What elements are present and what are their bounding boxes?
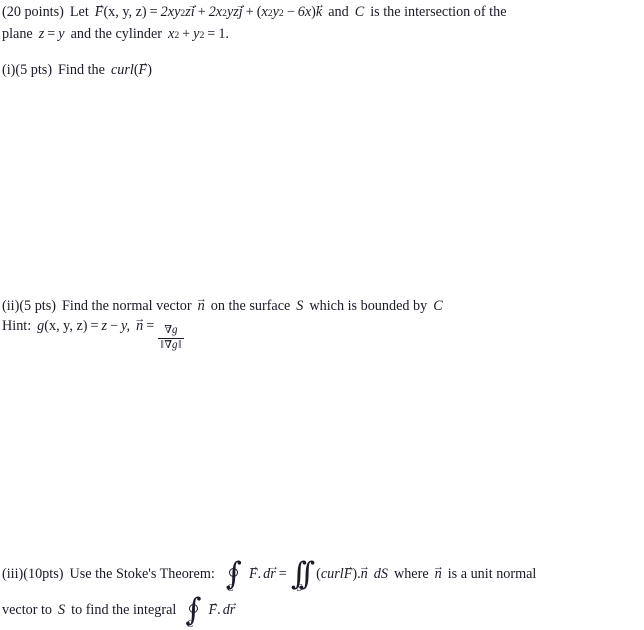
where-text: where	[393, 566, 429, 582]
gradient-operator-icon: → ∇	[163, 335, 173, 351]
unit-vector-k: → k	[313, 0, 325, 20]
problem-statement-line-1: (20 points) Let → F (x, y, z) = 2 xy 2 z → i + …	[2, 0, 507, 20]
vector-arrow-icon: →	[195, 293, 207, 306]
differential-S: S	[380, 566, 388, 582]
unit-vector-j: → j	[235, 0, 247, 20]
part-ii-hint-line: Hint: g (x, y, z) = z − y, → n = → ∇g ‖ → ∇g‖	[2, 313, 185, 352]
vector-arrow-icon: →	[235, 0, 247, 12]
vector-arrow-icon: →	[226, 596, 239, 610]
double-surface-integral: ∫∫ S	[290, 556, 316, 594]
problem-statement-line-2: plane z = y and the cylinder x2 + y2 = 1…	[2, 26, 229, 42]
term1-coefficient: 2	[160, 4, 168, 20]
surface-symbol: S	[296, 298, 304, 314]
integrand-field-F: → F	[247, 560, 260, 582]
curl-operator: curl	[110, 62, 134, 78]
and-text: and	[328, 4, 349, 20]
term3-y: y	[272, 4, 279, 20]
part-i-number: (i)(5 pts)	[2, 62, 53, 78]
minus-sign: −	[286, 4, 295, 20]
normal-vector-symbol: → n	[195, 293, 207, 314]
hint-y: y,	[121, 318, 131, 334]
final-field-F: → F	[207, 596, 219, 618]
hint-normal-vector: → n	[134, 313, 146, 334]
double-integral-icon: ∫∫	[290, 556, 315, 592]
hint-function-g: g	[37, 318, 45, 334]
term2-coefficient: 2	[208, 4, 216, 20]
vector-arrow-icon: →	[207, 596, 219, 610]
differential-r-vector-1: → r	[267, 560, 279, 582]
curl-field-F-iii: → F	[342, 560, 354, 582]
find-integral-text: to find the integral	[71, 602, 177, 618]
exam-question-page: (20 points) Let → F (x, y, z) = 2 xy 2 z → i + …	[0, 0, 644, 630]
vector-arrow-icon: →	[163, 335, 173, 346]
hint-minus: −	[110, 318, 119, 334]
part-ii-number: (ii)(5 pts)	[2, 298, 56, 314]
vector-arrow-icon: →	[342, 560, 354, 574]
vector-arrow-icon: →	[432, 561, 444, 574]
differential-r-vector-3: → r	[226, 596, 239, 618]
hint-equals-2: =	[146, 318, 155, 334]
vector-arrow-icon: →	[93, 0, 105, 12]
part-ii-text-c: which is bounded by	[309, 298, 428, 314]
vector-field-symbol: → F	[93, 0, 105, 20]
hint-label: Hint:	[2, 318, 32, 334]
term3-x: x	[261, 4, 268, 20]
part-ii-text-a: Find the normal vector	[61, 298, 192, 314]
contour-integral-icon: ∫	[225, 556, 242, 592]
curve-name: C	[354, 4, 365, 20]
part-iii-line-1: (iii)(10pts) Use the Stoke's Theorem: ∫ …	[2, 556, 537, 594]
term3-linear: 6x	[297, 4, 312, 20]
curl-argument-F: → F	[137, 56, 149, 78]
hint-g-arguments: (x, y, z)	[44, 318, 88, 334]
plane-label: plane	[2, 26, 33, 42]
part-i-instruction: Find the	[58, 62, 105, 78]
contour-circle-icon	[188, 603, 198, 613]
part-ii-line: (ii)(5 pts) Find the normal vector → n on…	[2, 293, 443, 314]
unit-normal-symbol: → n	[432, 561, 444, 582]
plane-equals: =	[47, 26, 56, 42]
field-arguments: (x, y, z)	[103, 4, 147, 20]
part-iii-number: (iii)(10pts)	[2, 566, 64, 582]
unit-vector-i: → i	[187, 0, 199, 20]
hint-equals-1: =	[90, 318, 99, 334]
surface-S-line2: S	[58, 602, 66, 618]
fraction-denominator: ‖ → ∇g‖	[158, 335, 184, 352]
part-ii-text-b: on the surface	[210, 298, 291, 314]
plane-y: y	[58, 26, 65, 42]
points-label: (20 points)	[2, 4, 64, 20]
curl-operator-iii: curl	[320, 566, 344, 582]
surface-normal-vector: → n	[358, 561, 370, 582]
cylinder-equals: =	[207, 26, 216, 42]
intersection-text: is the intersection of the	[370, 4, 507, 20]
vector-arrow-icon: →	[247, 560, 260, 574]
normal-vector-fraction: → ∇g ‖ → ∇g‖	[158, 320, 184, 352]
contour-integral-icon: ∫	[185, 592, 202, 628]
term1-variables: xy	[167, 4, 181, 20]
contour-integral-left: ∫ C	[225, 556, 243, 594]
differential-d-S: d	[373, 566, 381, 582]
part-ii-curve: C	[433, 298, 443, 314]
part-iii-line-2: vector to S to find the integral ∫ C → F.…	[2, 592, 239, 630]
cylinder-label: and the cylinder	[70, 26, 162, 42]
cylinder-plus: +	[182, 26, 191, 42]
contour-integral-final: ∫ C	[184, 592, 202, 630]
stokes-theorem-text: Use the Stoke's Theorem:	[69, 566, 215, 582]
part-i-line: (i)(5 pts) Find the curl(→ F)	[2, 56, 152, 78]
vector-arrow-icon: →	[134, 313, 146, 326]
cylinder-value: 1.	[218, 26, 229, 42]
vector-arrow-icon: →	[313, 0, 325, 12]
vector-arrow-icon: →	[358, 561, 370, 574]
vector-arrow-icon: →	[187, 0, 199, 12]
vector-to-text: vector to	[2, 602, 53, 618]
surface-integral-limit: S	[296, 582, 303, 594]
lead-in-text: Let	[69, 4, 89, 20]
vector-arrow-icon: →	[137, 56, 149, 70]
vector-arrow-icon: →	[163, 320, 173, 331]
unit-normal-text: is a unit normal	[447, 566, 537, 582]
vector-arrow-icon: →	[267, 560, 279, 574]
equals-sign: =	[149, 4, 158, 20]
